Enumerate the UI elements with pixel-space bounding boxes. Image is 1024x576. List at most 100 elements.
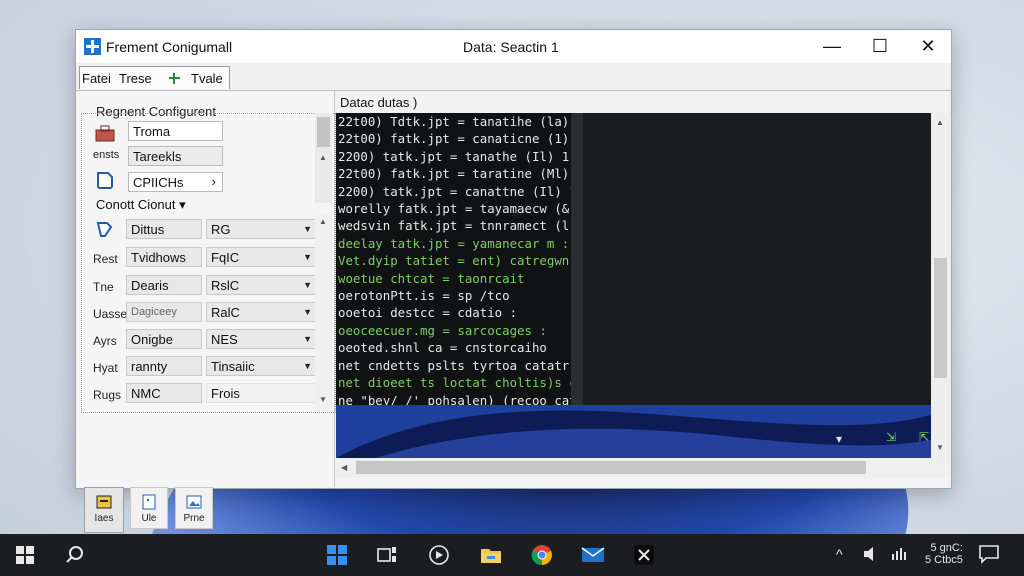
terminal-line: worelly fatk.jpt = tayamaecw (& <box>338 201 570 217</box>
tray-network[interactable] <box>890 546 912 565</box>
tiles-button[interactable]: Iaes <box>84 487 124 533</box>
task-view-button[interactable] <box>367 534 407 576</box>
start-button[interactable] <box>5 534 45 576</box>
scroll-thumb[interactable] <box>934 258 947 378</box>
config-type-field[interactable]: Tareekls <box>128 146 223 166</box>
tab-bar: Fatei Trese Tvale <box>76 63 951 91</box>
export-icon[interactable]: ⇲ <box>886 430 896 444</box>
prne-label: Prne <box>183 513 205 524</box>
tab-label: Fatei <box>82 71 111 86</box>
chrome-icon <box>531 545 552 566</box>
tray-app-icon[interactable] <box>862 546 880 565</box>
notifications-button[interactable] <box>978 544 1000 567</box>
prne-button[interactable]: Prne <box>175 487 213 529</box>
scroll-down-icon[interactable]: ▼ <box>936 443 944 452</box>
row-5-field-b[interactable]: NES ▼ <box>206 329 318 349</box>
terminal-line: ooetoi destcc = cdatio : <box>338 305 518 321</box>
mail-button[interactable] <box>573 534 613 576</box>
row-5-field-a[interactable]: Onigbe <box>126 329 202 349</box>
file-explorer-button[interactable] <box>471 534 511 576</box>
row-1-field-b[interactable]: RG ▼ <box>206 219 318 239</box>
scroll-up-icon[interactable]: ▲ <box>936 118 944 127</box>
config-scrollbar[interactable]: ▲ ▼ <box>315 215 332 411</box>
row-4-field-a[interactable]: Dagiceey <box>126 302 202 322</box>
folder-icon <box>96 495 112 509</box>
terminal-line: 2200) tatk.jpt = tanathe (Il) 1 <box>338 148 570 164</box>
row-4-field-b[interactable]: RalC ▼ <box>206 302 318 322</box>
app-title: Frement Conigumall <box>106 39 233 55</box>
app-window: Frement Conigumall Data: Seactin 1 — ☐ ✕… <box>75 29 952 533</box>
import-icon[interactable]: ⇱ <box>919 430 929 444</box>
terminal-line: oeoceecuer.mg = sarcocages : <box>338 322 547 338</box>
document-icon <box>142 494 156 510</box>
mail-icon <box>581 547 605 562</box>
terminal-line: woetue chtcat = taonrcait <box>338 270 525 286</box>
tab-fatei[interactable]: Fatei <box>82 68 111 89</box>
chevron-right-icon: › <box>211 174 216 189</box>
dropdown-arrow-icon: ▼ <box>303 361 312 371</box>
taskbar-start[interactable] <box>317 534 357 576</box>
data-vertical-scrollbar[interactable]: ▲ ▼ <box>931 113 950 458</box>
config-select[interactable]: CPIICHs › <box>128 172 223 192</box>
terminal-scrollbar[interactable] <box>571 113 583 405</box>
scroll-left-icon[interactable]: ◀ <box>341 463 347 472</box>
row-3-field-b[interactable]: RslC ▼ <box>206 275 318 295</box>
row-2-field-b[interactable]: FqIC ▼ <box>206 247 318 267</box>
ule-button[interactable]: Ule <box>130 487 168 529</box>
data-horizontal-scrollbar[interactable]: ◀ <box>336 458 950 478</box>
scroll-thumb[interactable] <box>317 117 330 147</box>
tab-tvale[interactable]: Tvale <box>168 68 223 89</box>
taskbar: ^ 5 gnC: 5 Ctbc5 <box>0 534 1024 576</box>
row-6-field-b[interactable]: Tinsaiic ▼ <box>206 356 318 376</box>
field-value: rannty <box>131 358 168 374</box>
windows-logo-icon <box>327 545 347 565</box>
clock[interactable]: 5 gnC: 5 Ctbc5 <box>925 542 963 566</box>
row-7-field-a[interactable]: NMC <box>126 383 202 403</box>
terminal-line: ne "bey/ /' pohsalen) (recoo catatr <box>338 392 571 406</box>
field-value: NMC <box>131 385 161 401</box>
config-name-field[interactable]: Troma <box>128 121 223 141</box>
collapse-icon[interactable]: ▾ <box>836 432 842 446</box>
row-7-label: Rugs <box>93 388 122 402</box>
section-title: Conott Cionut <box>96 197 176 212</box>
media-icon <box>429 545 449 565</box>
chevron-up-icon[interactable]: ^ <box>836 546 843 562</box>
field-value: RalC <box>211 304 240 320</box>
clock-line-1: 5 gnC: <box>930 542 963 554</box>
row-6-field-a[interactable]: rannty <box>126 356 202 376</box>
brush-icon <box>96 222 113 237</box>
speaker-icon <box>864 547 873 561</box>
config-scrollbar-top[interactable]: ▲ <box>315 113 332 203</box>
minimize-button[interactable]: — <box>809 30 855 63</box>
terminal-line: oerotonPtt.is = sp /tco <box>338 288 510 304</box>
field-value: Dittus <box>131 221 165 237</box>
scroll-up-icon[interactable]: ▲ <box>319 217 327 226</box>
chrome-button[interactable] <box>522 534 562 576</box>
terminal-line: 22t00) fatk.jpt = canaticne (1) 1 <box>338 131 571 147</box>
field-value: Frois <box>211 385 240 401</box>
terminal-output[interactable]: 22t00) Tdtk.jpt = tanatihe (la) 1 22t00) … <box>336 113 571 405</box>
search-button[interactable] <box>55 534 95 576</box>
scroll-up-icon[interactable]: ▲ <box>319 153 327 162</box>
tab-trese[interactable]: Trese <box>119 68 152 89</box>
plus-icon <box>169 73 180 84</box>
title-bar[interactable]: Frement Conigumall Data: Seactin 1 — ☐ ✕ <box>76 30 951 63</box>
terminal-line: 22t00) Tdtk.jpt = tanatihe (la) 1 <box>338 114 571 129</box>
preview-area <box>583 113 931 405</box>
app-button[interactable] <box>624 534 664 576</box>
scroll-down-icon[interactable]: ▼ <box>319 395 327 404</box>
scroll-thumb[interactable] <box>356 461 866 474</box>
media-app-button[interactable] <box>419 534 459 576</box>
row-2-field-a[interactable]: Tvidhows <box>126 247 202 267</box>
maximize-button[interactable]: ☐ <box>857 30 903 63</box>
tab-label: Trese <box>119 71 152 86</box>
network-icon <box>892 548 906 560</box>
close-button[interactable]: ✕ <box>905 30 951 63</box>
row-3-field-a[interactable]: Dearis <box>126 275 202 295</box>
row-7-field-b[interactable]: Frois <box>206 383 318 403</box>
terminal-line: Vet.dyip tatiet = ent) catregwnr : <box>338 253 571 269</box>
section-dropdown[interactable]: Conott Cionut ▾ <box>96 197 186 213</box>
terminal-line: deelay tatk.jpt = yamanecar m : <box>338 235 570 251</box>
row-1-field-a[interactable]: Dittus <box>126 219 202 239</box>
field-value: Dearis <box>131 277 169 293</box>
